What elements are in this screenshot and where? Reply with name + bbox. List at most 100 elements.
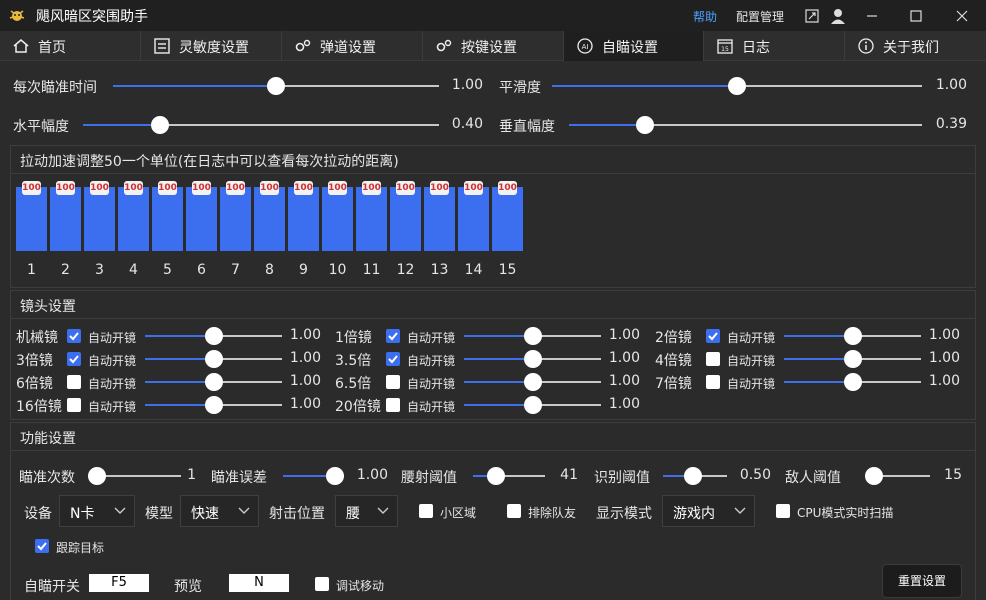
- recognition-threshold-slider[interactable]: [663, 467, 727, 485]
- scope-sensitivity-slider[interactable]: [464, 373, 601, 391]
- slider-knob[interactable]: [486, 467, 505, 485]
- auto-scope-checkbox[interactable]: [386, 352, 400, 366]
- slider-knob[interactable]: [843, 350, 862, 368]
- debug-move-checkbox[interactable]: [315, 577, 329, 591]
- scope-sensitivity-slider[interactable]: [784, 327, 921, 345]
- aim-time-slider[interactable]: [113, 77, 439, 95]
- expand-icon[interactable]: [802, 6, 822, 26]
- accel-bar[interactable]: 100: [220, 181, 251, 251]
- scope-sensitivity-slider[interactable]: [784, 373, 921, 391]
- accel-bar[interactable]: 100: [322, 181, 353, 251]
- check-icon: [37, 542, 47, 551]
- accel-bar[interactable]: 100: [16, 181, 47, 251]
- scope-sensitivity-value: 1.00: [928, 373, 960, 389]
- tab-aimbot[interactable]: AI 自瞄设置: [564, 31, 704, 61]
- auto-scope-checkbox[interactable]: [706, 375, 720, 389]
- slider-knob[interactable]: [728, 77, 746, 95]
- horizontal-amplitude-slider[interactable]: [83, 116, 439, 134]
- auto-scope-checkbox[interactable]: [706, 352, 720, 366]
- slider-knob[interactable]: [326, 467, 344, 485]
- info-icon: [858, 38, 874, 54]
- slider-knob[interactable]: [865, 467, 883, 485]
- slider-knob[interactable]: [204, 373, 223, 391]
- auto-scope-checkbox[interactable]: [706, 329, 720, 343]
- smoothness-slider[interactable]: [552, 77, 922, 95]
- reset-settings-button[interactable]: 重置设置: [882, 564, 962, 598]
- auto-scope-checkbox[interactable]: [67, 329, 81, 343]
- model-select[interactable]: 快速: [180, 495, 259, 527]
- aim-count-slider[interactable]: [88, 467, 181, 485]
- scope-sensitivity-slider[interactable]: [784, 350, 921, 368]
- accel-bar[interactable]: 100: [458, 181, 489, 251]
- vertical-amplitude-slider[interactable]: [569, 116, 922, 134]
- exclude-teammates-checkbox[interactable]: [507, 504, 521, 518]
- scope-sensitivity-slider[interactable]: [145, 396, 282, 414]
- auto-scope-checkbox[interactable]: [67, 398, 81, 412]
- slider-knob[interactable]: [523, 396, 542, 414]
- accel-bar[interactable]: 100: [424, 181, 455, 251]
- auto-scope-checkbox[interactable]: [386, 329, 400, 343]
- accel-bar[interactable]: 100: [254, 181, 285, 251]
- accel-bar[interactable]: 100: [118, 181, 149, 251]
- slider-knob[interactable]: [523, 373, 542, 391]
- scope-sensitivity-slider[interactable]: [145, 327, 282, 345]
- slider-knob[interactable]: [88, 467, 106, 485]
- user-icon[interactable]: [828, 6, 848, 26]
- auto-scope-checkbox[interactable]: [386, 398, 400, 412]
- scope-label: 7倍镜: [655, 376, 692, 392]
- slider-knob[interactable]: [204, 327, 223, 345]
- tab-about[interactable]: 关于我们: [845, 31, 986, 61]
- small-area-checkbox[interactable]: [419, 504, 433, 518]
- accel-bar[interactable]: 100: [50, 181, 81, 251]
- cpu-scan-checkbox[interactable]: [776, 504, 790, 518]
- slider-knob[interactable]: [150, 116, 169, 134]
- auto-scope-checkbox[interactable]: [67, 352, 81, 366]
- config-manager-link[interactable]: 配置管理: [736, 8, 784, 25]
- aim-toggle-hotkey[interactable]: F5: [89, 574, 149, 592]
- help-link[interactable]: 帮助: [693, 8, 717, 25]
- slider-knob[interactable]: [843, 327, 862, 345]
- slider-knob[interactable]: [204, 350, 223, 368]
- accel-bar[interactable]: 100: [152, 181, 183, 251]
- accel-bar[interactable]: 100: [492, 181, 523, 251]
- minimize-icon[interactable]: [862, 6, 882, 26]
- scope-sensitivity-slider[interactable]: [464, 327, 601, 345]
- tab-keys[interactable]: 按键设置: [423, 31, 564, 61]
- slider-knob[interactable]: [636, 116, 654, 134]
- tab-label: 弹道设置: [320, 40, 376, 56]
- slider-knob[interactable]: [204, 396, 223, 414]
- tab-home[interactable]: 首页: [0, 31, 141, 61]
- auto-scope-checkbox[interactable]: [386, 375, 400, 389]
- slider-knob[interactable]: [523, 350, 542, 368]
- track-target-checkbox[interactable]: [35, 539, 49, 553]
- auto-scope-checkbox[interactable]: [67, 375, 81, 389]
- display-mode-select[interactable]: 游戏内: [662, 495, 755, 527]
- scope-sensitivity-value: 1.00: [928, 350, 960, 366]
- device-select[interactable]: N卡: [59, 495, 135, 527]
- scope-sensitivity-slider[interactable]: [145, 373, 282, 391]
- slider-knob[interactable]: [843, 373, 862, 391]
- accel-bar[interactable]: 100: [390, 181, 421, 251]
- tab-sensitivity[interactable]: 灵敏度设置: [141, 31, 282, 61]
- accel-bar[interactable]: 100: [84, 181, 115, 251]
- tab-log[interactable]: 15 日志: [704, 31, 845, 61]
- scope-sensitivity-slider[interactable]: [464, 396, 601, 414]
- accel-bar-value: 100: [294, 181, 313, 195]
- hip-fire-threshold-slider[interactable]: [473, 467, 545, 485]
- slider-knob[interactable]: [523, 327, 542, 345]
- shoot-position-select[interactable]: 腰: [335, 495, 398, 527]
- slider-knob[interactable]: [683, 467, 702, 485]
- close-icon[interactable]: [952, 6, 972, 26]
- maximize-icon[interactable]: [906, 6, 926, 26]
- slider-knob[interactable]: [267, 77, 285, 95]
- preview-hotkey[interactable]: N: [229, 574, 289, 592]
- auto-scope-label: 自动开镜: [727, 354, 776, 368]
- accel-bar[interactable]: 100: [186, 181, 217, 251]
- scope-sensitivity-slider[interactable]: [464, 350, 601, 368]
- enemy-threshold-slider[interactable]: [865, 467, 930, 485]
- aim-error-slider[interactable]: [283, 467, 344, 485]
- scope-sensitivity-slider[interactable]: [145, 350, 282, 368]
- tab-ballistics[interactable]: 弹道设置: [282, 31, 423, 61]
- accel-bar[interactable]: 100: [288, 181, 319, 251]
- accel-bar[interactable]: 100: [356, 181, 387, 251]
